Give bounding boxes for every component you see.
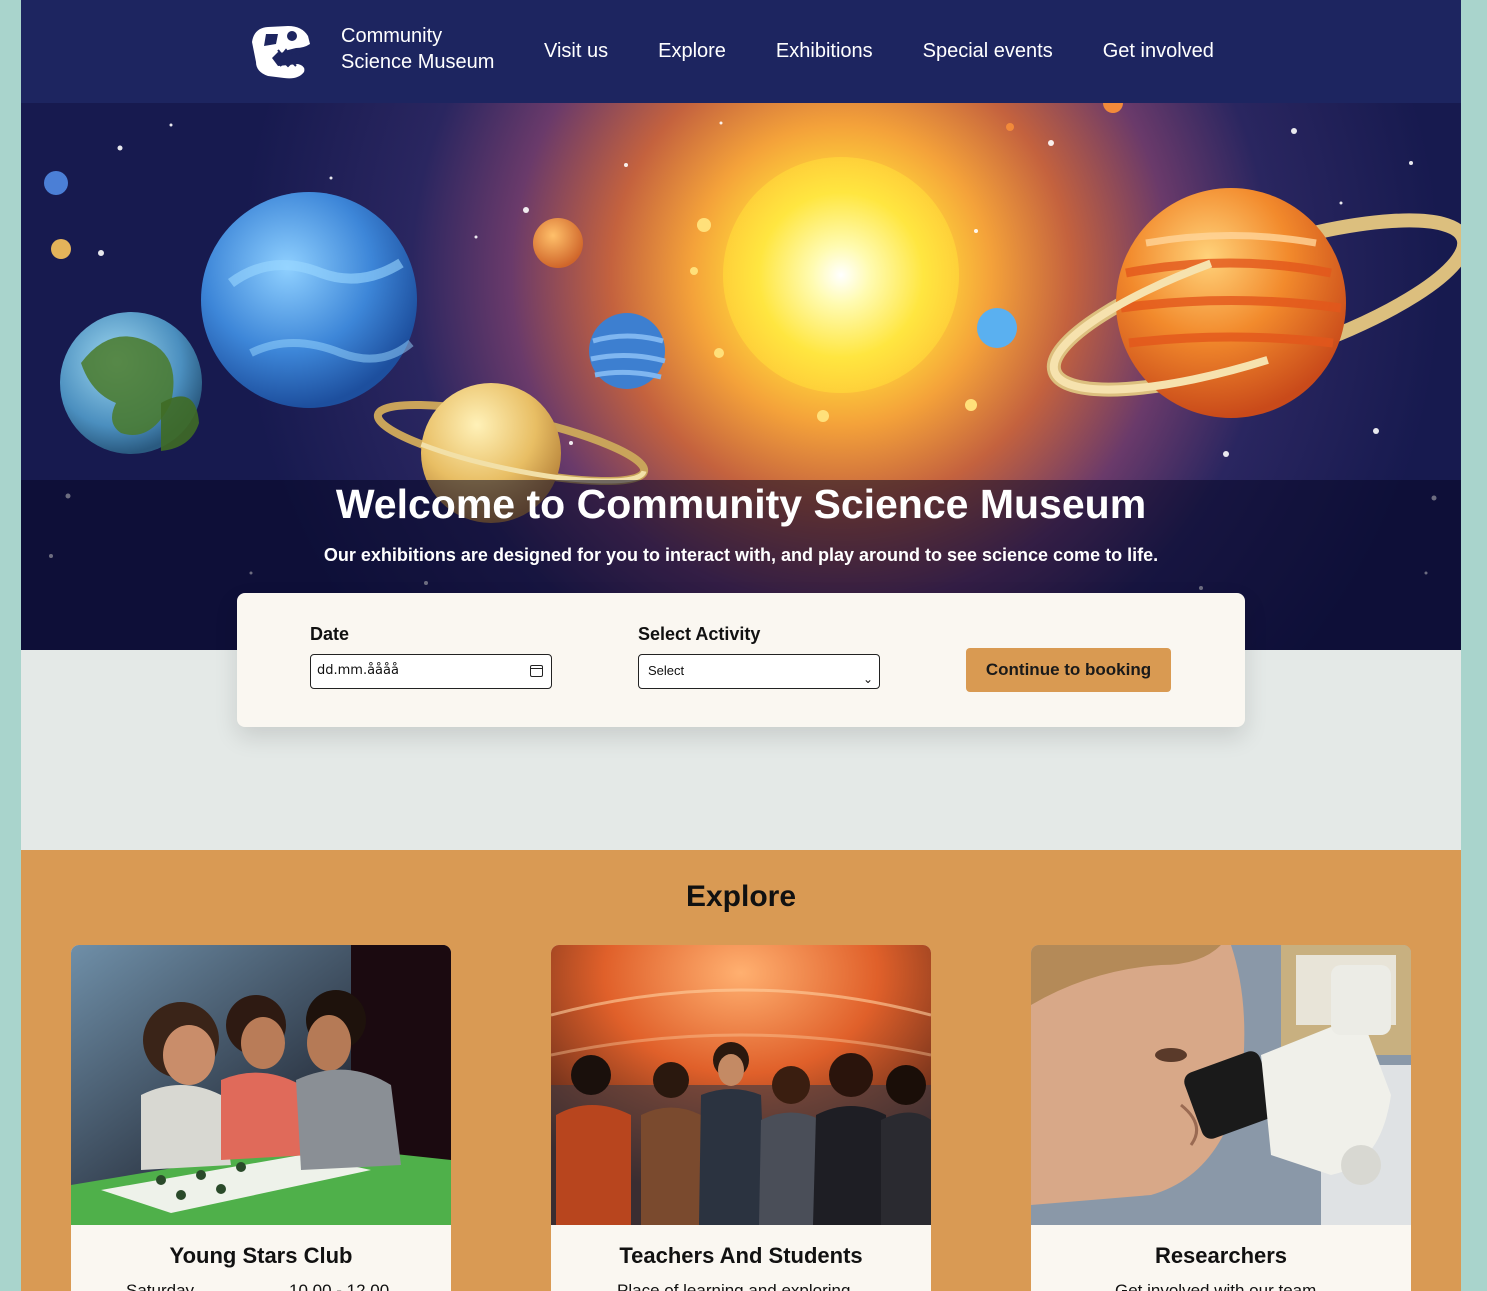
activity-label: Select Activity [638,624,761,644]
kids-exhibit-photo [71,945,451,1225]
hero-subtitle: Our exhibitions are designed for you to … [323,545,1159,565]
card-researchers[interactable]: Researchers Get involved with our team [1031,945,1411,1291]
t-rex-skull-icon[interactable] [248,22,312,82]
card-description: Get involved with our team [1115,1281,1317,1291]
brand-name[interactable]: Community Science Museum [341,23,494,75]
brand-line-1: Community [341,25,443,47]
card-title: Researchers [1154,1243,1288,1268]
explore-section: Explore Young Stars Club Saturday 10.00 … [21,850,1461,1291]
activity-select[interactable]: Select ⌄ [638,654,880,689]
card-description: Place of learning and exploring [617,1281,851,1291]
card-title: Young Stars Club [169,1243,353,1268]
nav-explore[interactable]: Explore [658,38,726,64]
date-input-value: dd.mm.åååå [317,663,399,678]
card-day: Saturday [126,1281,195,1291]
card-schedule: Saturday 10.00 - 12.00 [126,1281,406,1291]
card-title: Teachers And Students [619,1243,863,1268]
site-header: Community Science Museum Visit us Explor… [21,0,1461,103]
hero-banner: Welcome to Community Science Museum Our … [21,103,1461,650]
card-teachers-and-students[interactable]: Teachers And Students Place of learning … [551,945,931,1291]
brand-line-2: Science Museum [341,51,495,73]
card-time: 10.00 - 12.00 [289,1281,390,1291]
booking-form: Date dd.mm.åååå Select Activity Select ⌄… [237,593,1245,727]
continue-booking-button[interactable]: Continue to booking [966,648,1171,692]
card-young-stars-club[interactable]: Young Stars Club Saturday 10.00 - 12.00 [71,945,451,1291]
page: Community Science Museum Visit us Explor… [21,0,1461,1291]
calendar-icon[interactable] [530,665,543,677]
nav-exhibitions[interactable]: Exhibitions [776,38,873,64]
planetarium-group-photo [551,945,931,1225]
activity-select-value: Select [648,663,685,678]
nav-visit-us[interactable]: Visit us [544,38,608,64]
nav-get-involved[interactable]: Get involved [1103,38,1214,64]
date-label: Date [310,624,350,644]
nav-special-events[interactable]: Special events [923,38,1053,64]
chevron-down-icon: ⌄ [862,672,873,686]
hero-title: Welcome to Community Science Museum [335,481,1147,527]
date-input[interactable]: dd.mm.åååå [310,654,552,689]
main-nav: Visit us Explore Exhibitions Special eve… [544,38,1264,64]
researcher-microscope-photo [1031,945,1411,1225]
explore-title: Explore [685,880,797,913]
